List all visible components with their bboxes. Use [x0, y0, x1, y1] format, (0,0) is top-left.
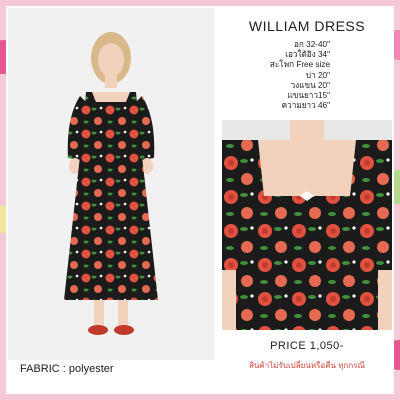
- fabric-info: FABRIC : polyester: [20, 363, 114, 375]
- product-title: WILLIAM DRESS: [248, 18, 366, 34]
- product-price: PRICE 1,050-: [270, 340, 344, 352]
- spec-underbust-waist: เอวใต้อิง 34": [285, 50, 330, 60]
- spec-length: ความยาว 46": [281, 101, 330, 111]
- detail-photo: [222, 120, 392, 330]
- spec-chest: อก 32-40": [294, 40, 330, 49]
- spec-hip: สะโพก Free size: [269, 60, 330, 70]
- spec-shoulder: บ่า 20": [305, 70, 330, 80]
- spec-sleeve-length: แขนยาว15": [287, 91, 330, 101]
- product-card: WILLIAM DRESS อก 32-40" เอวใต้อิง 34" สะ…: [6, 6, 394, 394]
- spec-armhole: วงแขน 20": [290, 80, 330, 90]
- model-photo: [8, 8, 214, 360]
- no-return-note: สินค้าไม่รับเปลี่ยนหรือคืน ทุกกรณี: [249, 361, 365, 370]
- detail-illustration: [222, 120, 392, 330]
- model-illustration: [8, 8, 214, 360]
- size-spec-list: อก 32-40" เอวใต้อิง 34" สะโพก Free size …: [222, 40, 330, 111]
